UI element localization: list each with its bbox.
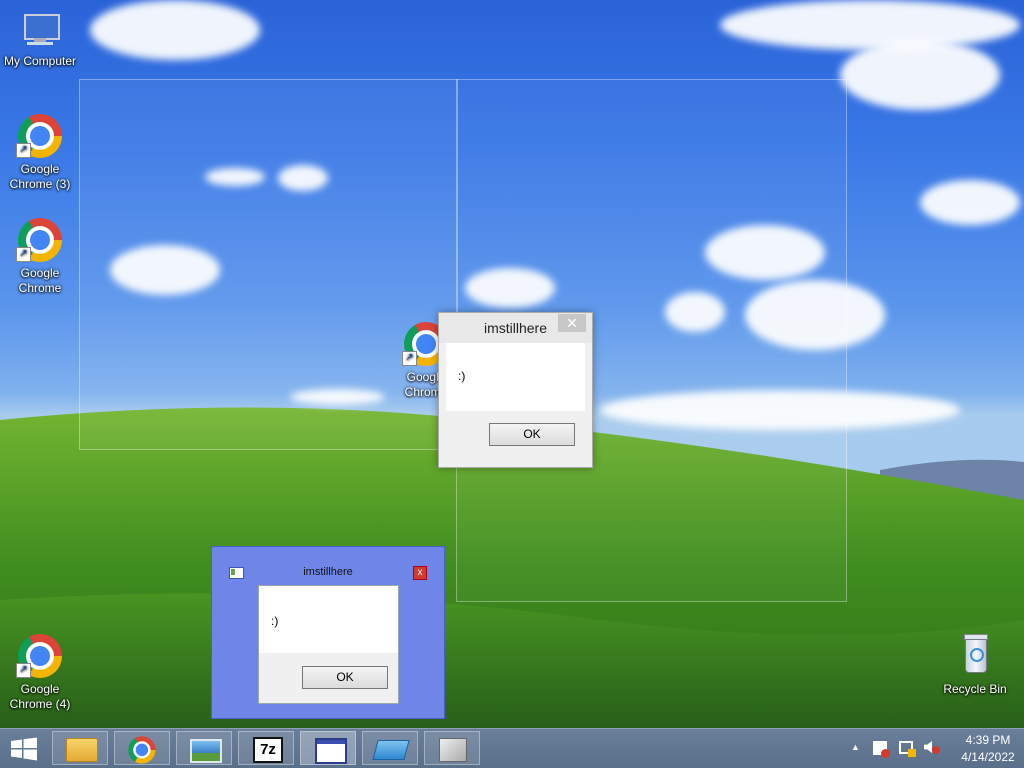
desktop-icon-label: Recycle Bin	[943, 682, 1007, 696]
clock-date: 4/14/2022	[961, 750, 1015, 764]
chrome-icon: ↗	[16, 632, 64, 680]
volume-muted-icon[interactable]	[924, 741, 940, 781]
start-button[interactable]	[6, 735, 42, 763]
taskbar-7zip[interactable]: 7z	[238, 731, 294, 765]
desktop-icon-recycle-bin[interactable]: Recycle Bin	[935, 632, 1015, 697]
taskbar-folder-app[interactable]	[362, 731, 418, 765]
recycle-bin-icon	[951, 632, 999, 680]
taskbar-window-app[interactable]	[300, 731, 356, 765]
dialog-title: imstillhere	[303, 566, 353, 578]
photo-viewer-icon	[190, 739, 222, 763]
tray-show-hidden-icons-button[interactable]: ▲	[851, 742, 860, 782]
desktop-icon-google-chrome[interactable]: ↗ Google Chrome	[0, 216, 80, 296]
taskbar-file-explorer[interactable]	[52, 731, 108, 765]
window-app-icon	[315, 738, 347, 764]
clock-time: 4:39 PM	[965, 733, 1011, 747]
taskbar-chrome[interactable]	[114, 731, 170, 765]
7zip-icon: 7z	[253, 737, 283, 763]
network-icon[interactable]	[899, 741, 916, 781]
desktop-icon-google-chrome-4[interactable]: ↗ Google Chrome (4)	[0, 632, 80, 712]
taskbar-clock[interactable]: 4:39 PM 4/14/2022	[958, 732, 1018, 766]
windows-logo-icon	[11, 737, 37, 761]
desktop-icon-google-chrome-3[interactable]: ↗ Google Chrome (3)	[0, 112, 80, 192]
action-center-flag-icon[interactable]	[873, 741, 890, 781]
desktop-icon-label: Google Chrome (3)	[9, 162, 71, 191]
desktop-icon-label: Google Chrome (4)	[9, 682, 71, 711]
taskbar-task-manager[interactable]	[424, 731, 480, 765]
ok-button[interactable]: OK	[489, 423, 575, 446]
close-button[interactable]: ✕	[558, 314, 586, 332]
chrome-icon: ↗	[16, 216, 64, 264]
chrome-icon: ↗	[16, 112, 64, 160]
ok-button[interactable]: OK	[302, 666, 388, 689]
message-dialog-modern[interactable]: imstillhere ✕ :) OK	[438, 312, 593, 468]
dialog-message: :)	[271, 614, 279, 628]
message-dialog-classic[interactable]: imstillhere x :) OK	[211, 546, 445, 719]
taskbar-photo-viewer[interactable]	[176, 731, 232, 765]
dialog-body: :)	[446, 343, 585, 411]
file-explorer-icon	[66, 738, 98, 762]
chrome-icon	[127, 735, 156, 764]
dialog-body: :)	[259, 586, 398, 653]
task-manager-icon	[439, 738, 467, 762]
taskbar: 7z ▲ 4:39 PM 4/14/2022	[0, 728, 1024, 768]
desktop-icon-my-computer[interactable]: My Computer	[0, 10, 80, 69]
computer-icon	[16, 10, 64, 58]
dialog-message: :)	[458, 369, 466, 383]
desktop-icon-label: Google Chrome	[18, 266, 62, 295]
close-button[interactable]: x	[413, 566, 427, 580]
desktop[interactable]: My Computer ↗ Google Chrome (3) ↗ Google…	[0, 0, 1024, 728]
dialog-client-area: :) OK	[258, 585, 399, 704]
folder-app-icon	[372, 740, 410, 760]
